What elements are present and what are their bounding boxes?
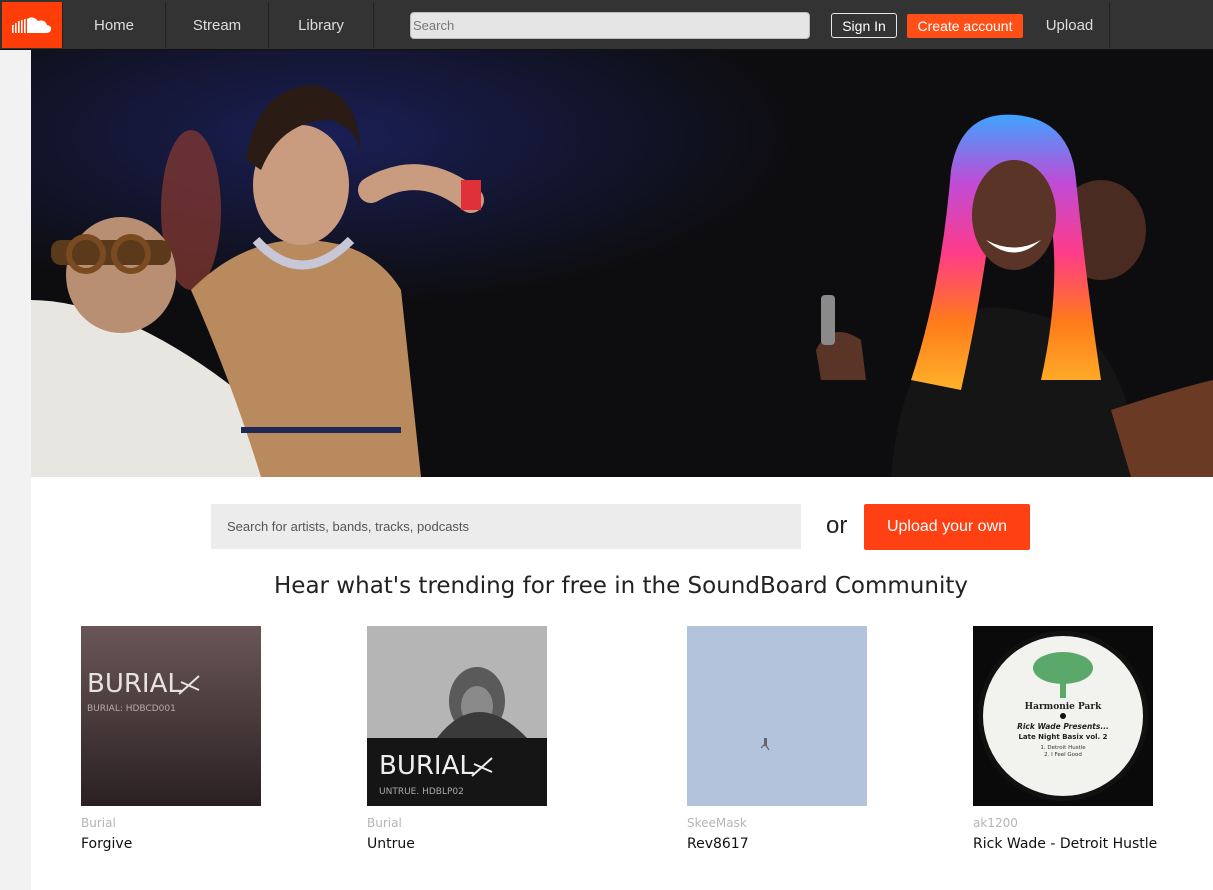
album-art[interactable]: Harmonie Park Rick Wade Presents... Late… bbox=[973, 626, 1153, 806]
upload-your-own-button[interactable]: Upload your own bbox=[864, 504, 1030, 550]
main-search-input[interactable] bbox=[211, 504, 801, 549]
album-art-subtext: UNTRUE. HDBLP02 bbox=[379, 787, 464, 797]
album-art[interactable]: BURIAL UNTRUE. HDBLP02 bbox=[367, 626, 547, 806]
top-navigation-bar: Home Stream Library Sign In Create accou… bbox=[0, 0, 1213, 50]
sign-in-button[interactable]: Sign In bbox=[831, 13, 897, 38]
track-card[interactable]: BURIAL BURIAL: HDBCD001 Burial Forgive bbox=[81, 626, 281, 852]
track-card[interactable]: Harmonie Park Rick Wade Presents... Late… bbox=[973, 626, 1173, 852]
soundcloud-logo-icon[interactable] bbox=[2, 2, 62, 48]
trending-headline: Hear what's trending for free in the Sou… bbox=[274, 573, 968, 599]
album-art-text: BURIAL bbox=[87, 669, 182, 699]
album-art-subtext: BURIAL: HDBCD001 bbox=[87, 704, 176, 714]
album-label-sub: Late Night Basix vol. 2 bbox=[1018, 733, 1107, 741]
or-label: or bbox=[826, 512, 848, 539]
track-artist[interactable]: SkeeMask bbox=[687, 816, 887, 830]
album-art[interactable]: BURIAL BURIAL: HDBCD001 bbox=[81, 626, 261, 806]
main-content: or Upload your own Hear what's trending … bbox=[31, 477, 1213, 890]
track-title[interactable]: Rick Wade - Detroit Hustle bbox=[973, 836, 1173, 852]
nav-stream[interactable]: Stream bbox=[166, 2, 269, 48]
track-title[interactable]: Forgive bbox=[81, 836, 281, 852]
create-account-button[interactable]: Create account bbox=[907, 14, 1023, 38]
track-title[interactable]: Untrue bbox=[367, 836, 567, 852]
top-search-input[interactable] bbox=[410, 12, 810, 39]
album-art-text: BURIAL bbox=[379, 751, 474, 781]
nav-home[interactable]: Home bbox=[62, 2, 166, 48]
album-label-track: 2. I Feel Good bbox=[1044, 752, 1082, 758]
upload-link[interactable]: Upload bbox=[1030, 2, 1110, 48]
track-title[interactable]: Rev8617 bbox=[687, 836, 887, 852]
album-label-top: Harmonie Park bbox=[1025, 702, 1103, 712]
nav-library[interactable]: Library bbox=[269, 2, 374, 48]
track-artist[interactable]: Burial bbox=[367, 816, 567, 830]
track-artist[interactable]: Burial bbox=[81, 816, 281, 830]
album-label-main: Rick Wade Presents... bbox=[1017, 722, 1109, 731]
album-label-track: 1. Detroit Hustle bbox=[1040, 745, 1086, 751]
hero-banner-image bbox=[31, 50, 1213, 477]
album-art[interactable] bbox=[687, 626, 867, 806]
track-card[interactable]: BURIAL UNTRUE. HDBLP02 Burial Untrue bbox=[367, 626, 567, 852]
track-artist[interactable]: ak1200 bbox=[973, 816, 1173, 830]
track-card[interactable]: SkeeMask Rev8617 bbox=[687, 626, 887, 852]
